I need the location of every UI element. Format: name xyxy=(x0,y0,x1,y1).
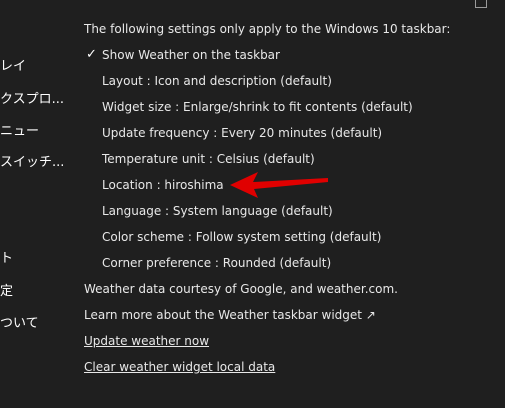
learn-more-link[interactable]: Learn more about the Weather taskbar wid… xyxy=(84,307,376,323)
weather-settings-panel: The following settings only apply to the… xyxy=(0,0,505,408)
clear-data-link[interactable]: Clear weather widget local data xyxy=(84,359,275,375)
weather-settings-window: レイ クスプロ... ニュー スイッチ... ト 定 ついて The follo… xyxy=(0,0,505,408)
update-weather-link[interactable]: Update weather now xyxy=(84,333,209,349)
setting-language[interactable]: Language : System language (default) xyxy=(102,203,333,219)
show-weather-option[interactable]: Show Weather on the taskbar xyxy=(102,47,280,63)
setting-update-frequency[interactable]: Update frequency : Every 20 minutes (def… xyxy=(102,125,382,141)
checkmark-icon: ✓ xyxy=(86,47,97,62)
setting-color-scheme[interactable]: Color scheme : Follow system setting (de… xyxy=(102,229,381,245)
setting-widget-size[interactable]: Widget size : Enlarge/shrink to fit cont… xyxy=(102,99,413,115)
setting-temperature-unit[interactable]: Temperature unit : Celsius (default) xyxy=(102,151,315,167)
intro-text: The following settings only apply to the… xyxy=(84,22,451,36)
courtesy-text: Weather data courtesy of Google, and wea… xyxy=(84,282,398,296)
setting-location[interactable]: Location : hiroshima xyxy=(102,177,224,193)
setting-layout[interactable]: Layout : Icon and description (default) xyxy=(102,73,332,89)
annotation-arrow-icon xyxy=(230,172,328,198)
setting-corner-preference[interactable]: Corner preference : Rounded (default) xyxy=(102,255,331,271)
